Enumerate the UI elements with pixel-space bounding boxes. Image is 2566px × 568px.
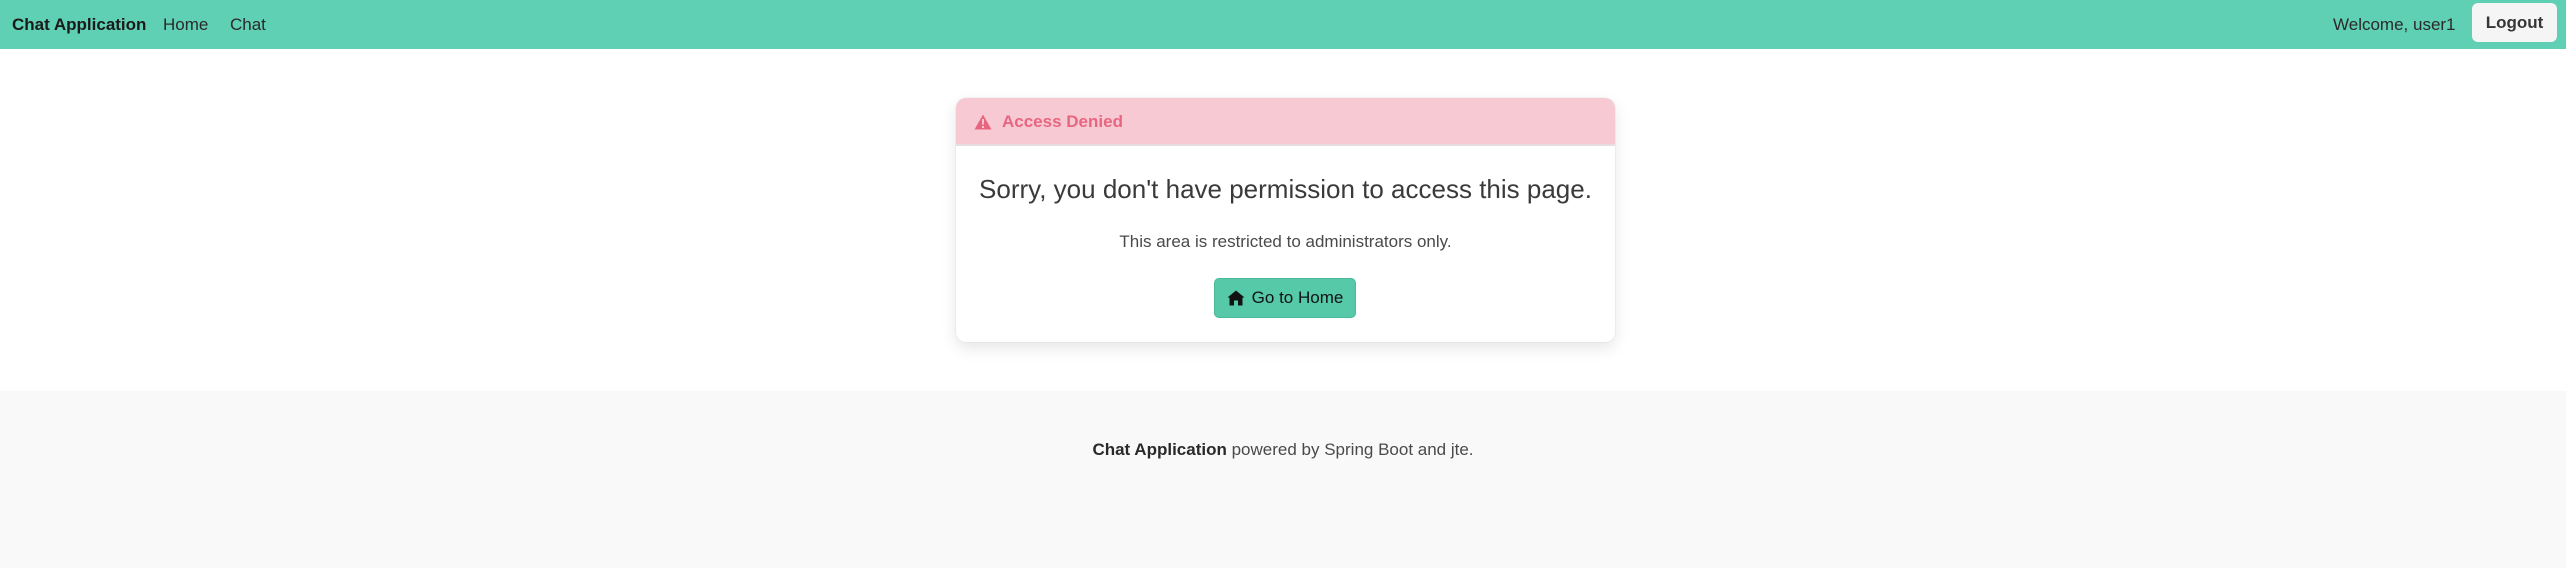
welcome-text: Welcome, user1 bbox=[2333, 14, 2456, 34]
card-header: Access Denied bbox=[956, 98, 1615, 146]
error-message: Sorry, you don't have permission to acce… bbox=[979, 174, 1592, 204]
restriction-note: This area is restricted to administrator… bbox=[1119, 232, 1452, 251]
nav-link-chat[interactable]: Chat bbox=[230, 0, 266, 49]
footer-text: Chat Application powered by Spring Boot … bbox=[0, 440, 2566, 460]
top-navbar: Chat Application Home Chat Welcome, user… bbox=[0, 0, 2566, 49]
footer-app-name: Chat Application bbox=[1092, 440, 1227, 459]
go-to-home-button[interactable]: Go to Home bbox=[1214, 278, 1356, 318]
card-title: Access Denied bbox=[1002, 112, 1123, 131]
page-footer: Chat Application powered by Spring Boot … bbox=[0, 391, 2566, 568]
access-denied-card: Access Denied Sorry, you don't have perm… bbox=[956, 98, 1615, 342]
go-to-home-label: Go to Home bbox=[1251, 288, 1344, 307]
footer-powered-by: powered by Spring Boot and jte. bbox=[1226, 440, 1474, 459]
home-icon bbox=[1227, 290, 1245, 306]
nav-link-home[interactable]: Home bbox=[163, 0, 208, 49]
brand-link[interactable]: Chat Application bbox=[12, 0, 146, 49]
warning-triangle-icon bbox=[974, 114, 992, 130]
logout-button[interactable]: Logout bbox=[2472, 3, 2557, 42]
